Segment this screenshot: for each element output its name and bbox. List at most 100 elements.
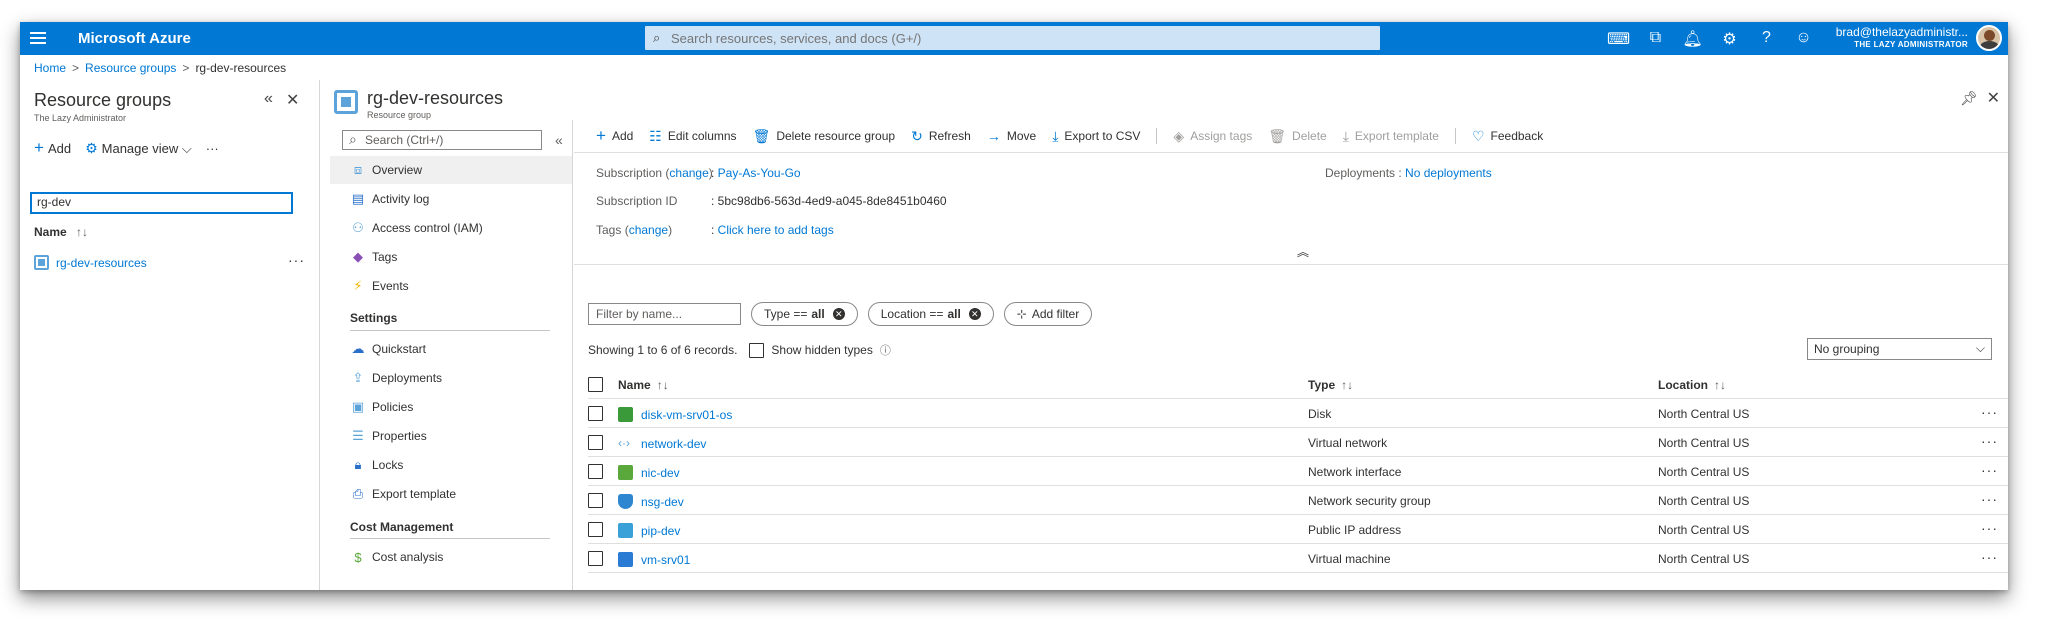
menu-item-label: Quickstart [372,342,427,356]
export-template-button[interactable]: ⤓ Export template [1343,128,1439,145]
deployments-link[interactable]: No deployments [1405,166,1492,180]
resource-group-filter-input[interactable]: rg-dev [30,192,293,214]
breadcrumb-resource-groups[interactable]: Resource groups [85,61,176,75]
row-checkbox[interactable] [588,522,603,537]
list-item-label[interactable]: rg-dev-resources [56,256,147,270]
menu-item-tags[interactable]: ◆ Tags [330,243,572,271]
table-row[interactable]: ‹·› network-dev Virtual network North Cen… [588,428,2008,457]
export-template-label: Export template [1354,129,1439,143]
remove-filter-icon[interactable]: ✕ [832,308,845,320]
delete-button[interactable]: 🗑︎ Delete [1268,128,1326,145]
menu-item-cost-analysis[interactable]: $ Cost analysis [330,543,572,571]
menu-item-activity-log[interactable]: ▤ Activity log [330,185,572,213]
show-hidden-types-label: Show hidden types [771,343,873,357]
show-hidden-types-checkbox[interactable] [749,342,765,358]
menu-item-events[interactable]: ⚡ Events [330,272,572,300]
menu-item-locks[interactable]: 🔒︎ Locks [330,451,572,479]
menu-item-overview[interactable]: ⧈ Overview [330,156,572,184]
table-row[interactable]: nsg-dev Network security group North Cen… [588,486,2008,515]
breadcrumb-home[interactable]: Home [34,61,66,75]
menu-item-quickstart[interactable]: ☁ Quickstart [330,335,572,363]
type-column-header[interactable]: Type ↑↓ [1308,378,1353,392]
table-row[interactable]: disk-vm-srv01-os Disk North Central US ·… [588,399,2008,428]
row-more-icon[interactable]: ··· [1981,462,1998,478]
resource-link[interactable]: disk-vm-srv01-os [641,408,732,422]
add-button[interactable]: + Add [34,138,71,158]
export-csv-button[interactable]: ⤓ Export to CSV [1052,128,1140,145]
remove-filter-icon[interactable]: ✕ [968,308,981,320]
menu-item-deployments[interactable]: ⇪ Deployments [330,364,572,392]
row-checkbox[interactable] [588,464,603,479]
table-row[interactable]: pip-dev Public IP address North Central … [588,515,2008,544]
hamburger-menu-icon[interactable] [30,30,46,46]
resource-link[interactable]: pip-dev [641,524,680,538]
pin-icon[interactable]: 📌︎ [1960,90,1978,107]
type-filter-pill[interactable]: Type == all ✕ [751,302,858,326]
close-icon[interactable]: ✕ [286,90,299,110]
help-icon[interactable]: ? [1748,29,1785,49]
resource-link[interactable]: network-dev [641,437,706,451]
row-location: North Central US [1658,465,1750,479]
resource-link[interactable]: vm-srv01 [641,553,690,567]
add-filter-icon: ⊹ [1016,307,1027,321]
add-tags-link[interactable]: Click here to add tags [718,223,834,237]
grouping-dropdown[interactable]: No grouping ⌵ [1807,338,1992,360]
resource-link[interactable]: nic-dev [641,466,680,480]
subscription-id-text: 5bc98db6-563d-4ed9-a045-8de8451b0460 [717,194,947,208]
row-more-icon[interactable]: ··· [1981,491,1998,507]
avatar[interactable] [1976,25,2002,51]
feedback-button[interactable]: ♡ Feedback [1472,128,1543,145]
menu-item-access-control[interactable]: ⚇ Access control (IAM) [330,214,572,242]
resource-link[interactable]: nsg-dev [641,495,684,509]
collapse-menu-icon[interactable]: « [555,132,563,148]
bell-icon[interactable]: 🔔︎ [1674,29,1711,49]
close-icon[interactable]: ✕ [1987,88,2000,108]
select-all-checkbox[interactable] [588,377,603,392]
directory-filter-icon[interactable]: ⧉ [1637,29,1674,49]
more-options-icon[interactable]: ··· [206,141,219,156]
menu-search-input[interactable]: Search (Ctrl+/) [342,130,542,150]
location-column-header[interactable]: Location ↑↓ [1658,378,1726,392]
row-checkbox[interactable] [588,493,603,508]
gear-icon[interactable]: ⚙ [1711,29,1748,49]
row-checkbox[interactable] [588,551,603,566]
menu-item-export-template[interactable]: ⎙ Export template [330,480,572,508]
row-checkbox[interactable] [588,435,603,450]
change-subscription-link[interactable]: change [669,166,708,180]
add-filter-button[interactable]: ⊹ Add filter [1003,302,1093,326]
delete-resource-group-button[interactable]: 🗑︎ Delete resource group [753,128,896,145]
name-column-header[interactable]: Name ↑↓ [618,378,669,392]
user-account[interactable]: brad@thelazyadministr... THE LAZY ADMINI… [1836,25,1968,49]
name-column-header[interactable]: Name ↑↓ [34,225,88,239]
brand-title[interactable]: Microsoft Azure [78,30,191,47]
table-row[interactable]: vm-srv01 Virtual machine North Central U… [588,544,2008,573]
row-more-icon[interactable]: ··· [1981,433,1998,449]
row-more-icon[interactable]: ··· [288,252,305,268]
global-search[interactable]: ⌕ [645,26,1380,50]
row-checkbox[interactable] [588,406,603,421]
row-more-icon[interactable]: ··· [1981,404,1998,420]
move-button[interactable]: → Move [987,128,1036,144]
global-search-input[interactable] [671,26,1371,50]
refresh-button[interactable]: ↻ Refresh [911,128,971,145]
collapse-essentials-icon[interactable]: ︽ [1297,243,1309,260]
change-tags-link[interactable]: change [629,223,668,237]
collapse-icon[interactable]: « [264,90,273,108]
feedback-smiley-icon[interactable]: ☺ [1785,29,1822,49]
location-filter-pill[interactable]: Location == all ✕ [867,302,994,326]
filter-by-name-input[interactable]: Filter by name... [588,303,741,325]
row-more-icon[interactable]: ··· [1981,549,1998,565]
table-row[interactable]: nic-dev Network interface North Central … [588,457,2008,486]
list-item[interactable]: rg-dev-resources [34,255,147,270]
subscription-link[interactable]: Pay-As-You-Go [718,166,801,180]
menu-item-properties[interactable]: ☰ Properties [330,422,572,450]
assign-tags-button[interactable]: ◈ Assign tags [1173,128,1252,145]
location-filter-label: Location == [880,307,944,321]
manage-view-button[interactable]: ⚙ Manage view ⌵ [85,140,192,157]
add-button[interactable]: + Add [596,126,633,146]
row-more-icon[interactable]: ··· [1981,520,1998,536]
edit-columns-button[interactable]: ☷ Edit columns [649,128,736,145]
menu-item-policies[interactable]: ▣ Policies [330,393,572,421]
info-icon[interactable]: ⓘ [880,342,891,358]
cloud-shell-icon[interactable]: ⌨ [1600,29,1637,49]
